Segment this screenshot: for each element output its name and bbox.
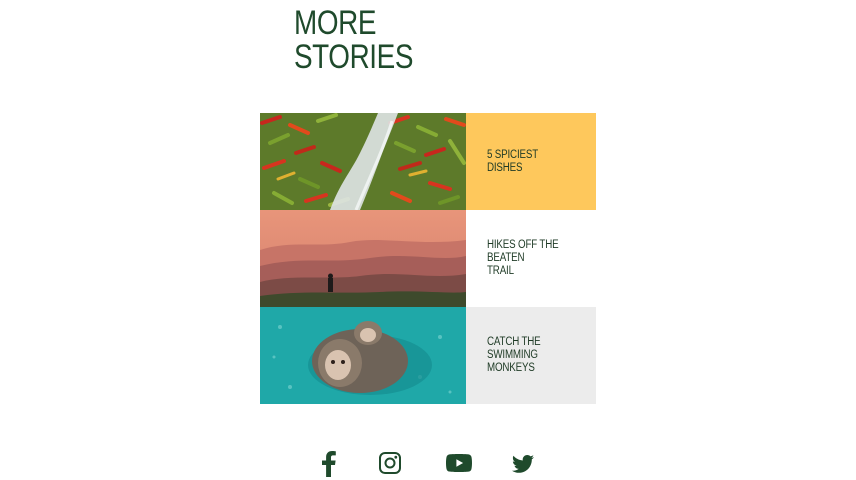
instagram-link[interactable] — [379, 452, 401, 474]
section-title-line-2: STORIES — [294, 38, 414, 76]
youtube-link[interactable] — [446, 454, 472, 472]
story-panel[interactable]: CATCH THE SWIMMING MONKEYS — [466, 307, 596, 404]
story-title[interactable]: 5 SPICIEST DISHES — [487, 149, 538, 175]
story-title[interactable]: HIKES OFF THE BEATEN TRAIL — [487, 239, 559, 278]
facebook-icon — [322, 451, 336, 477]
instagram-icon — [379, 452, 401, 474]
story-list: 5 SPICIEST DISHES HIKES OFF THE BEATEN T… — [260, 113, 596, 404]
chili-peppers-image[interactable] — [260, 113, 466, 210]
twitter-link[interactable] — [512, 455, 534, 473]
story-panel[interactable]: 5 SPICIEST DISHES — [466, 113, 596, 210]
story-card-catch-the-swimming-monkeys[interactable]: CATCH THE SWIMMING MONKEYS — [260, 307, 596, 404]
story-panel[interactable]: HIKES OFF THE BEATEN TRAIL — [466, 210, 596, 307]
youtube-icon — [446, 454, 472, 472]
story-title[interactable]: CATCH THE SWIMMING MONKEYS — [487, 336, 541, 375]
more-stories-page: MORE STORIES 5 SPICIEST DISHES HIKES OFF… — [0, 0, 856, 480]
swimming-monkeys-image[interactable] — [260, 307, 466, 404]
facebook-link[interactable] — [322, 451, 336, 477]
mountain-hiker-image[interactable] — [260, 210, 466, 307]
social-links — [0, 450, 856, 480]
twitter-icon — [512, 455, 534, 473]
story-card-hikes-off-the-beaten-trail[interactable]: HIKES OFF THE BEATEN TRAIL — [260, 210, 596, 307]
section-title: MORE STORIES — [294, 6, 413, 74]
story-card-spiciest-dishes[interactable]: 5 SPICIEST DISHES — [260, 113, 596, 210]
section-title-line-1: MORE — [294, 4, 376, 42]
